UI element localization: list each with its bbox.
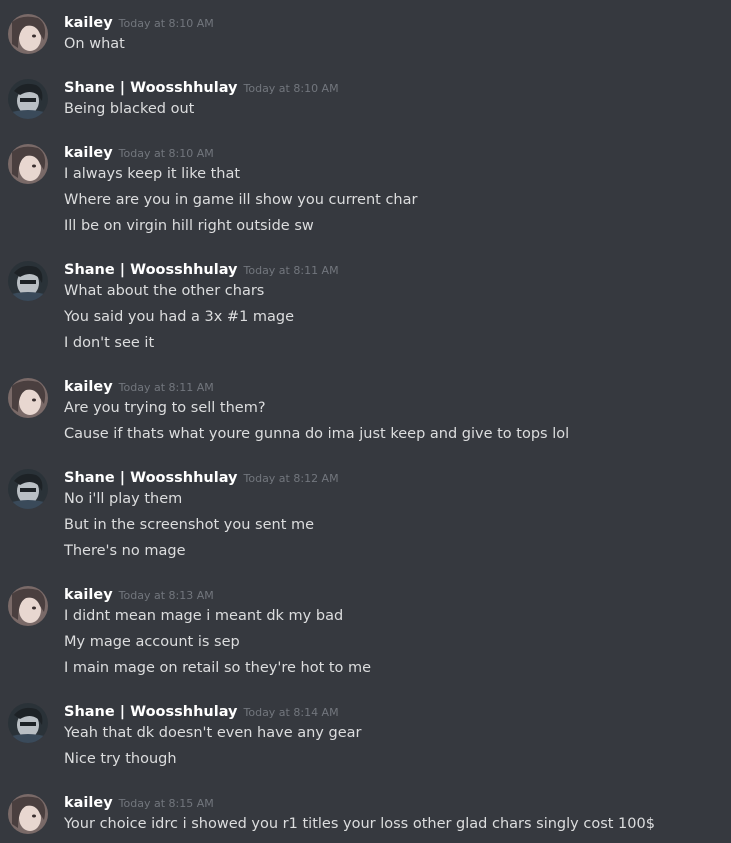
message-header: Shane | Woosshhulay Today at 8:10 AM: [64, 77, 339, 97]
message-text: I main mage on retail so they're hot to …: [64, 660, 372, 676]
message-text: Ill be on virgin hill right outside sw: [64, 218, 314, 234]
timestamp: Today at 8:10 AM: [118, 17, 214, 30]
message-text: You said you had a 3x #1 mage: [64, 309, 295, 325]
avatar[interactable]: [8, 14, 48, 54]
message-text: I don't see it: [64, 335, 155, 351]
message-text: Nice try though: [64, 751, 177, 767]
timestamp: Today at 8:11 AM: [243, 264, 339, 277]
message-header: kailey Today at 8:11 AM: [64, 376, 214, 396]
message-header: kailey Today at 8:10 AM: [64, 142, 214, 162]
message-text: On what: [64, 36, 125, 52]
timestamp: Today at 8:11 AM: [118, 381, 214, 394]
message-text: But in the screenshot you sent me: [64, 517, 315, 533]
timestamp: Today at 8:14 AM: [243, 706, 339, 719]
timestamp: Today at 8:12 AM: [243, 472, 339, 485]
message-text: Yeah that dk doesn't even have any gear: [64, 725, 362, 741]
message-text: I didnt mean mage i meant dk my bad: [64, 608, 344, 624]
avatar[interactable]: [8, 79, 48, 119]
username[interactable]: kailey: [64, 15, 113, 31]
timestamp: Today at 8:13 AM: [118, 589, 214, 602]
message-header: kailey Today at 8:15 AM: [64, 792, 214, 812]
message-text: No i'll play them: [64, 491, 183, 507]
avatar[interactable]: [8, 703, 48, 743]
message-text: What about the other chars: [64, 283, 265, 299]
username[interactable]: Shane | Woosshhulay: [64, 262, 238, 278]
message-text: Being blacked out: [64, 101, 195, 117]
timestamp: Today at 8:15 AM: [118, 797, 214, 810]
message-text: I always keep it like that: [64, 166, 241, 182]
message-header: kailey Today at 8:10 AM: [64, 12, 214, 32]
message-header: kailey Today at 8:13 AM: [64, 584, 214, 604]
username[interactable]: kailey: [64, 795, 113, 811]
avatar[interactable]: [8, 378, 48, 418]
username[interactable]: Shane | Woosshhulay: [64, 80, 238, 96]
username[interactable]: Shane | Woosshhulay: [64, 470, 238, 486]
username[interactable]: Shane | Woosshhulay: [64, 704, 238, 720]
message-header: Shane | Woosshhulay Today at 8:12 AM: [64, 467, 339, 487]
username[interactable]: kailey: [64, 587, 113, 603]
message-text: My mage account is sep: [64, 634, 240, 650]
avatar[interactable]: [8, 794, 48, 834]
message-header: Shane | Woosshhulay Today at 8:14 AM: [64, 701, 339, 721]
message-text: Are you trying to sell them?: [64, 400, 266, 416]
message-text: Where are you in game ill show you curre…: [64, 192, 418, 208]
avatar[interactable]: [8, 586, 48, 626]
username[interactable]: kailey: [64, 145, 113, 161]
avatar[interactable]: [8, 469, 48, 509]
message-text: There's no mage: [64, 543, 186, 559]
avatar[interactable]: [8, 144, 48, 184]
timestamp: Today at 8:10 AM: [118, 147, 214, 160]
avatar[interactable]: [8, 261, 48, 301]
message-header: Shane | Woosshhulay Today at 8:11 AM: [64, 259, 339, 279]
timestamp: Today at 8:10 AM: [243, 82, 339, 95]
message-text: Cause if thats what youre gunna do ima j…: [64, 426, 570, 442]
username[interactable]: kailey: [64, 379, 113, 395]
message-text: Your choice idrc i showed you r1 titles …: [64, 816, 655, 832]
